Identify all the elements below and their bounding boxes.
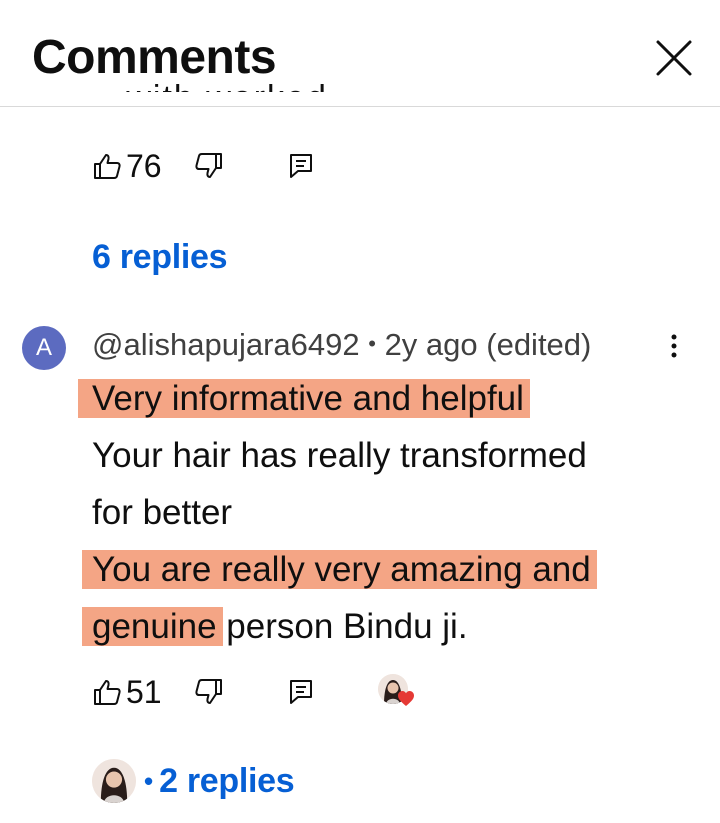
highlighted-text: Very informative and helpful	[92, 379, 524, 418]
like-count: 51	[126, 673, 162, 710]
comment-actions: 76	[92, 146, 314, 186]
like-button[interactable]: 76	[92, 148, 162, 185]
comment-meta: @alishapujara6492 • 2y ago (edited)	[92, 324, 591, 365]
comments-list[interactable]: 76 6 replies A @alishapujara6492 • 2y ag…	[0, 107, 720, 823]
comment-actions: 51	[92, 672, 416, 712]
author-handle[interactable]: @alishapujara6492	[92, 327, 360, 362]
page-title: Comments	[32, 31, 277, 84]
comment-line: for better	[92, 493, 233, 532]
comment-line: Your hair has really transformed	[92, 436, 587, 475]
highlighted-text: You are really very amazing and	[92, 550, 591, 589]
thumbs-down-icon	[194, 679, 222, 704]
dislike-button[interactable]	[194, 677, 224, 707]
comment-timestamp: 2y ago (edited)	[384, 327, 592, 362]
meta-separator: •	[368, 331, 376, 356]
creator-heart-badge	[377, 674, 416, 710]
comments-header: ...with worked Comments	[0, 0, 720, 107]
reply-button[interactable]	[288, 152, 314, 180]
like-button[interactable]: 51	[92, 674, 162, 711]
replies-row[interactable]: • 2 replies	[92, 756, 295, 806]
close-button[interactable]	[652, 36, 696, 80]
more-vert-icon	[671, 334, 677, 358]
reply-icon	[289, 154, 312, 178]
view-replies-link[interactable]: 6 replies	[92, 238, 228, 277]
replies-separator: •	[144, 765, 154, 796]
comment-line: person Bindu ji.	[216, 607, 468, 646]
reply-icon	[289, 680, 312, 704]
thumbs-up-icon	[94, 680, 121, 705]
reply-button[interactable]	[288, 678, 314, 706]
dislike-button[interactable]	[194, 151, 224, 181]
thumbs-down-icon	[194, 153, 222, 178]
creator-reply-avatar	[92, 759, 136, 803]
comment-menu-button[interactable]	[662, 330, 686, 362]
view-replies-link[interactable]: 2 replies	[159, 762, 295, 801]
heart-icon	[397, 691, 414, 706]
highlighted-text: genuine	[92, 607, 217, 646]
close-icon	[656, 40, 692, 76]
comment-text: Very informative and helpful Your hair h…	[92, 370, 652, 655]
avatar[interactable]: A	[22, 326, 66, 370]
like-count: 76	[126, 147, 162, 184]
thumbs-up-icon	[94, 154, 121, 179]
